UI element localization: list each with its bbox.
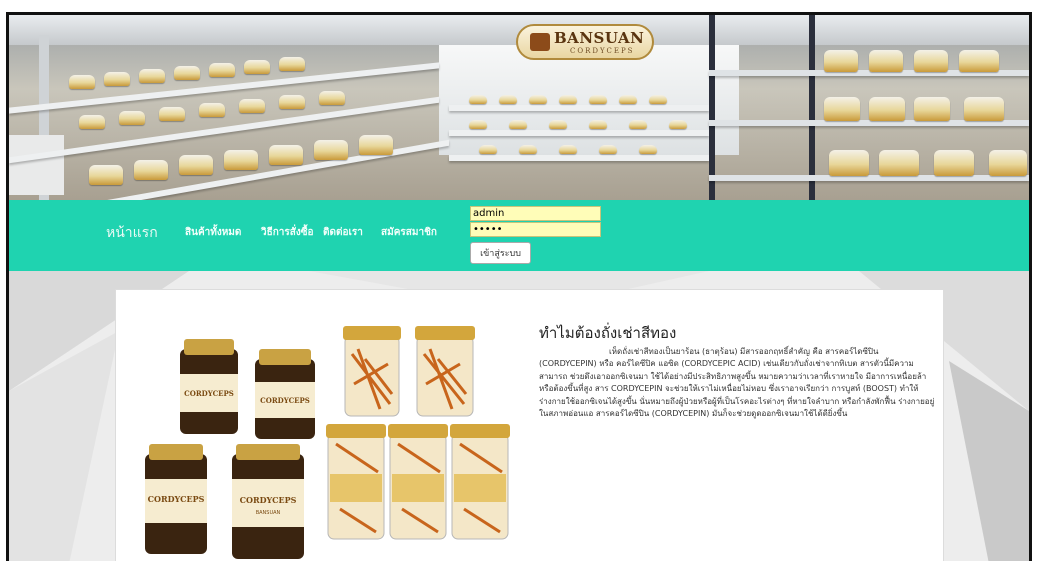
banner-cabinet	[9, 135, 64, 195]
banner-rack-post	[809, 15, 815, 200]
browser-viewport: BANSUAN CORDYCEPS หน้าแรก สินค้าทั้งหมด …	[6, 12, 1032, 561]
banner-jar	[509, 120, 527, 129]
banner-jar	[599, 145, 617, 154]
banner-jar	[269, 145, 303, 165]
banner-jar	[824, 50, 858, 72]
svg-text:CORDYCEPS: CORDYCEPS	[240, 495, 297, 505]
banner-jar	[279, 95, 305, 109]
banner-jar	[549, 120, 567, 129]
banner-jar	[829, 150, 869, 176]
banner-jar	[244, 60, 270, 74]
banner-jar	[559, 95, 577, 104]
banner-jar	[224, 150, 258, 170]
banner-jar	[879, 150, 919, 176]
banner-jar	[519, 145, 537, 154]
banner-rack-post	[709, 15, 715, 200]
banner-jar	[319, 91, 345, 105]
bottle-label: CORDYCEPS	[184, 389, 234, 398]
banner-jar	[89, 165, 123, 185]
banner-jar	[104, 72, 130, 86]
logo-name: BANSUAN	[554, 29, 645, 47]
banner-jar	[914, 50, 948, 72]
banner-jar	[589, 95, 607, 104]
banner-jar	[669, 120, 687, 129]
banner-jar	[824, 97, 860, 121]
banner-jar	[359, 135, 393, 155]
nav-home[interactable]: หน้าแรก	[106, 222, 158, 244]
banner-jar	[639, 145, 657, 154]
banner-jar	[79, 115, 105, 129]
nav-register[interactable]: สมัครสมาชิก	[381, 225, 437, 240]
banner-jar	[869, 50, 903, 72]
banner-shelf	[449, 130, 709, 136]
banner-shelf	[449, 105, 709, 111]
password-input[interactable]	[470, 222, 601, 237]
banner-jar	[69, 75, 95, 89]
banner-jar	[469, 120, 487, 129]
banner-jar	[914, 97, 950, 121]
banner-jar	[934, 150, 974, 176]
banner-jar	[529, 95, 547, 104]
article-card: CORDYCEPS CORDYCEPS CORDYCEPS CORDYCEPS …	[115, 289, 944, 561]
banner-jar	[134, 160, 168, 180]
username-input[interactable]	[470, 206, 601, 221]
banner-jar	[199, 103, 225, 117]
nav-how-to-order[interactable]: วิธีการสั่งซื้อ	[261, 225, 314, 240]
product-photo: CORDYCEPS CORDYCEPS CORDYCEPS CORDYCEPS …	[140, 304, 520, 561]
nav-contact[interactable]: ติดต่อเรา	[323, 225, 363, 240]
brand-label: BANSUAN	[256, 510, 281, 516]
banner-jar	[964, 97, 1004, 121]
banner-jar	[279, 57, 305, 71]
banner-shelf	[449, 155, 709, 161]
main-nav: หน้าแรก สินค้าทั้งหมด วิธีการสั่งซื้อ ติ…	[9, 200, 1029, 271]
banner-jar	[174, 66, 200, 80]
banner-jar	[479, 145, 497, 154]
logo-subtitle: CORDYCEPS	[570, 47, 635, 55]
banner-jar	[989, 150, 1027, 176]
banner-jar	[589, 120, 607, 129]
header-banner: BANSUAN CORDYCEPS	[9, 15, 1029, 200]
banner-jar	[179, 155, 213, 175]
banner-jar	[119, 111, 145, 125]
banner-jar	[139, 69, 165, 83]
banner-jar	[649, 95, 667, 104]
main-content: CORDYCEPS CORDYCEPS CORDYCEPS CORDYCEPS …	[9, 271, 1029, 561]
login-button[interactable]: เข้าสู่ระบบ	[470, 242, 531, 264]
banner-jar	[559, 145, 577, 154]
banner-jar	[869, 97, 905, 121]
banner-jar	[499, 95, 517, 104]
brand-logo[interactable]: BANSUAN CORDYCEPS	[516, 24, 654, 60]
banner-jar	[314, 140, 348, 160]
article-title: ทำไมต้องถั่งเช่าสีทอง	[539, 324, 677, 342]
svg-text:CORDYCEPS: CORDYCEPS	[148, 494, 205, 504]
article-body: เห็ดถั่งเช่าสีทองเป็นยาร้อน (ธาตุร้อน) ม…	[539, 347, 935, 419]
banner-shelf	[709, 175, 1029, 181]
banner-jar	[629, 120, 647, 129]
banner-jar	[209, 63, 235, 77]
banner-jar	[959, 50, 999, 72]
svg-text:CORDYCEPS: CORDYCEPS	[260, 396, 310, 405]
banner-jar	[619, 95, 637, 104]
banner-jar	[159, 107, 185, 121]
logo-mark-icon	[530, 33, 550, 51]
nav-all-products[interactable]: สินค้าทั้งหมด	[185, 225, 241, 240]
banner-jar	[239, 99, 265, 113]
banner-jar	[469, 95, 487, 104]
